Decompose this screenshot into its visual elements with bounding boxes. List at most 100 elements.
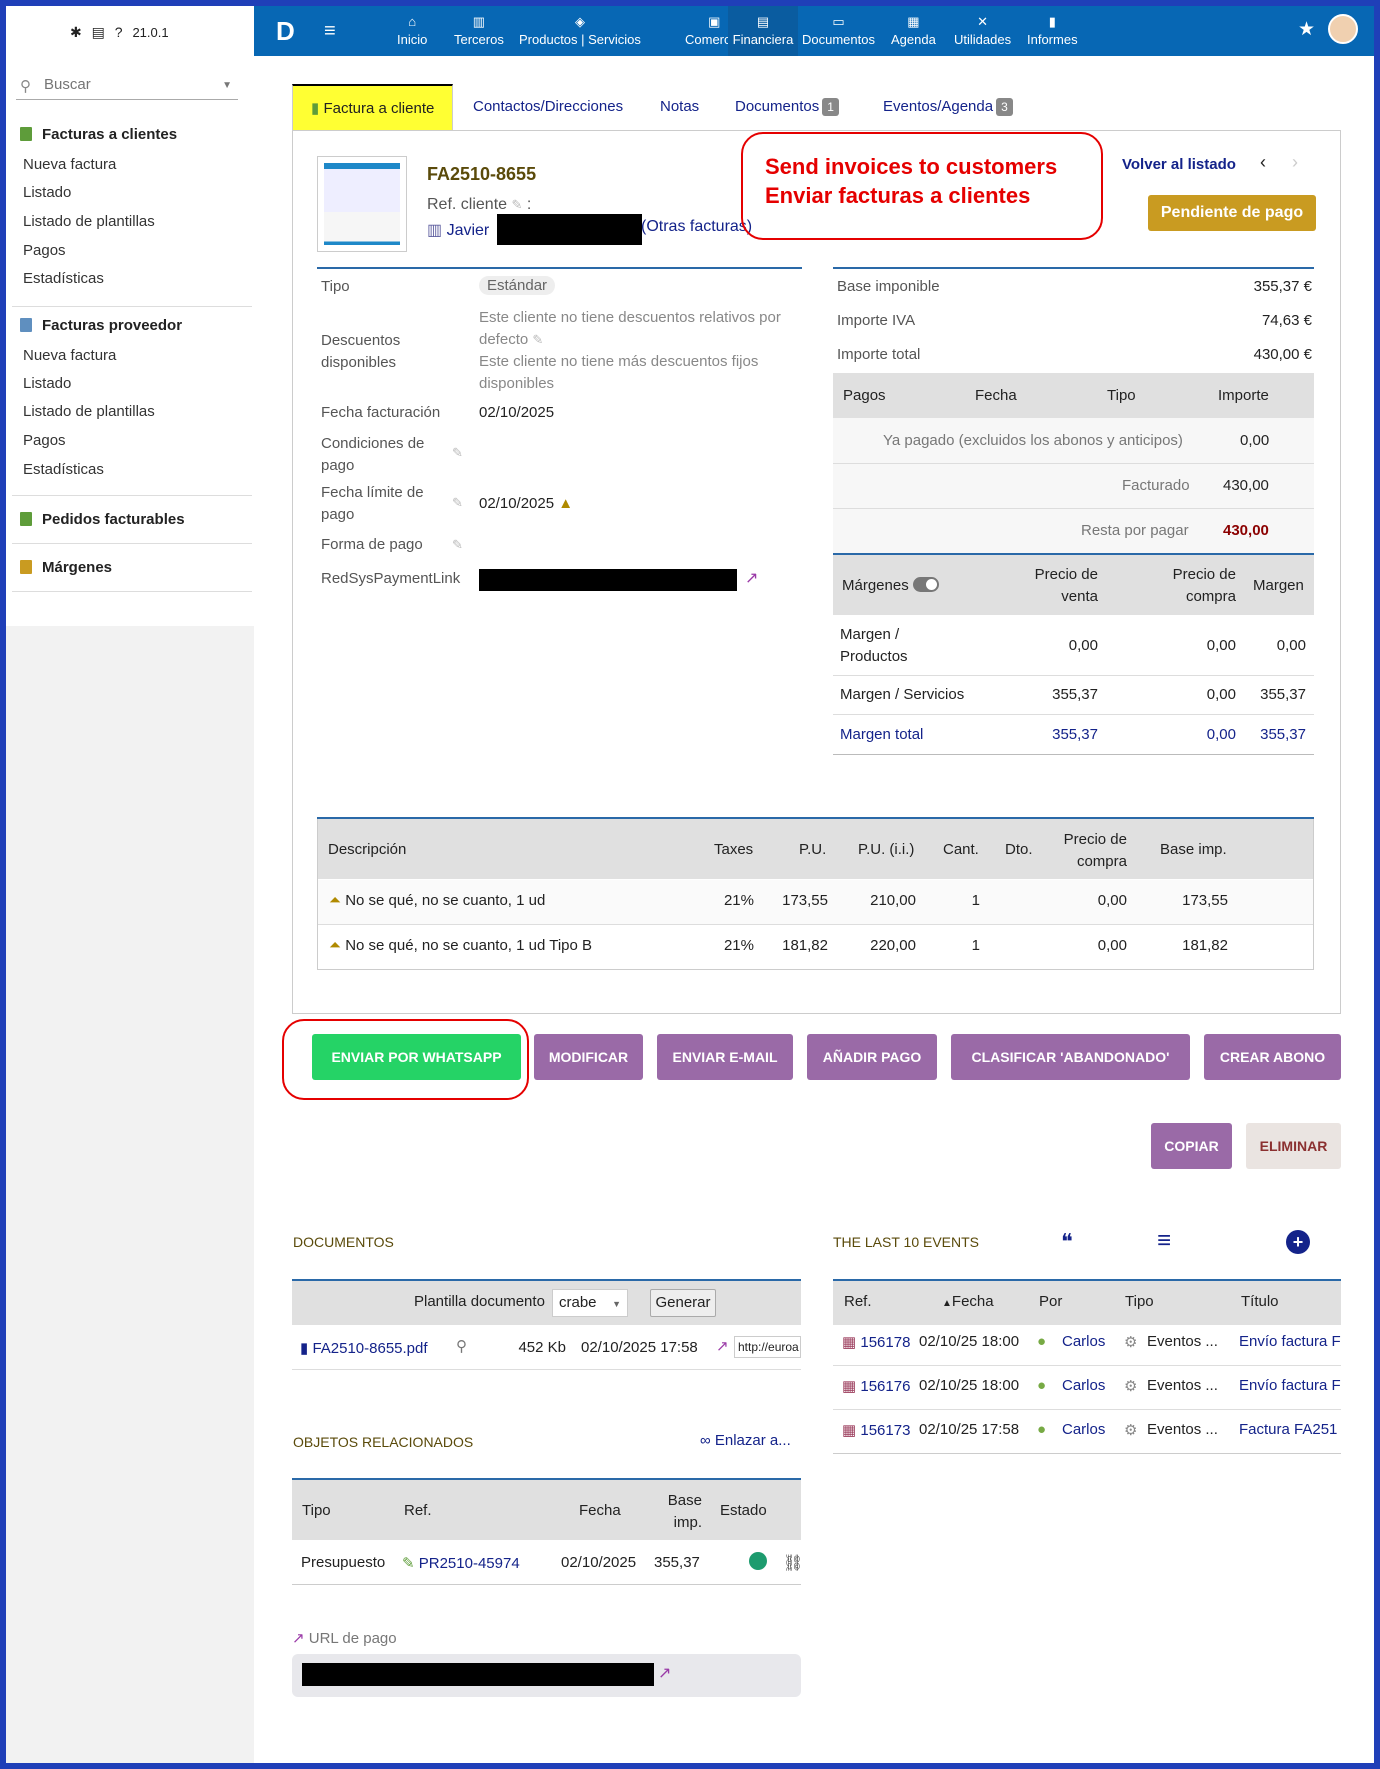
pencil-icon[interactable]: ✎ [532, 332, 543, 347]
add-icon[interactable]: + [1286, 1230, 1310, 1254]
nav-inicio[interactable]: ⌂ Inicio [397, 12, 427, 47]
pencil-icon[interactable]: ✎ [512, 197, 523, 212]
document-thumbnail[interactable] [317, 156, 407, 252]
line-cell: 173,55 [1182, 892, 1228, 909]
sidebar-heading-pedidos-facturables[interactable]: Pedidos facturables [20, 511, 185, 528]
nav-financiera[interactable]: ▤ Financiera [728, 6, 798, 56]
line-cell: 210,00 [870, 892, 916, 909]
search-input[interactable] [44, 76, 214, 93]
hamburger-menu-icon[interactable]: ≡ [324, 20, 336, 43]
payurl-label: ↗ URL de pago [292, 1630, 397, 1647]
tab-contactos[interactable]: Contactos/Direcciones [455, 84, 641, 130]
tab-factura-cliente[interactable]: ▮ Factura a cliente [292, 84, 454, 130]
pencil-icon[interactable]: ✎ [452, 537, 463, 553]
document-url-input[interactable]: http://euroa [734, 1336, 801, 1358]
sidebar-heading-facturas-clientes[interactable]: Facturas a clientes [20, 126, 177, 143]
delete-button[interactable]: ELIMINAR [1246, 1123, 1341, 1169]
copy-button[interactable]: COPIAR [1151, 1123, 1232, 1169]
nav-productos[interactable]: ◈ Productos | Servicios [519, 12, 641, 47]
customer-link[interactable]: ▥ Javier [427, 220, 489, 240]
invoice-icon [20, 318, 32, 332]
table-row[interactable]: ▦ 156176 02/10/25 18:00 ● Carlos ⚙ Eventos… [842, 1377, 1341, 1395]
external-link-icon[interactable]: ↗ [658, 1663, 671, 1683]
event-type-icon: ⚙ [1124, 1334, 1138, 1351]
print-icon[interactable]: ▤ [92, 24, 105, 40]
col-header: Pagos [843, 387, 886, 404]
help-icon[interactable]: ? [115, 24, 123, 40]
line-desc: ⏶ No se qué, no se cuanto, 1 ud [329, 892, 546, 909]
divider [318, 924, 1313, 925]
tab-documentos[interactable]: Documentos 1 [717, 84, 857, 130]
sidebar-heading-facturas-proveedor[interactable]: Facturas proveedor [20, 317, 182, 334]
classify-abandoned-button[interactable]: CLASIFICAR 'ABANDONADO' [951, 1034, 1190, 1080]
messages-icon[interactable]: ❝ [1061, 1229, 1073, 1255]
pencil-icon[interactable]: ✎ [452, 495, 463, 511]
table-row[interactable]: ▦ 156173 02/10/25 17:58 ● Carlos ⚙ Eventos… [842, 1421, 1341, 1439]
star-icon[interactable]: ★ [1298, 18, 1315, 41]
invoice-icon [20, 127, 32, 141]
add-payment-button[interactable]: AÑADIR PAGO [807, 1034, 937, 1080]
toggle-switch[interactable] [912, 577, 939, 592]
sidebar-item-pagos[interactable]: Pagos [23, 432, 66, 449]
list-icon[interactable]: ≡ [1157, 1227, 1171, 1255]
send-email-button[interactable]: ENVIAR E-MAIL [657, 1034, 793, 1080]
sidebar-item-listado-plantillas[interactable]: Listado de plantillas [23, 403, 155, 420]
template-select[interactable]: crabe ▼ [552, 1289, 628, 1317]
external-link-icon[interactable]: ↗ [716, 1337, 729, 1355]
table-row[interactable]: ▦ 156178 02/10/25 18:00 ● Carlos ⚙ Eventos… [842, 1333, 1341, 1351]
nav-utilidades[interactable]: ✕ Utilidades [954, 12, 1011, 47]
bug-icon[interactable]: ✱ [70, 24, 82, 40]
line-cell: 173,55 [782, 892, 828, 909]
line-cell: 181,82 [782, 937, 828, 954]
col-header-sorted[interactable]: ▲Fecha [942, 1293, 994, 1310]
chevron-left-icon[interactable]: ‹ [1260, 152, 1266, 173]
tab-notas[interactable]: Notas [642, 84, 717, 130]
logo[interactable]: D [276, 16, 295, 47]
building-icon: ▥ [472, 14, 486, 29]
nav-agenda[interactable]: ▦ Agenda [891, 12, 936, 47]
sidebar-item-estadisticas[interactable]: Estadísticas [23, 461, 104, 478]
document-file[interactable]: ▮ FA2510-8655.pdf [300, 1339, 428, 1357]
whatsapp-button[interactable]: ENVIAR POR WHATSAPP [312, 1034, 521, 1080]
related-type: Presupuesto [301, 1554, 386, 1571]
sidebar-heading-margenes[interactable]: Márgenes [20, 559, 112, 576]
tab-eventos[interactable]: Eventos/Agenda 3 [865, 84, 1031, 130]
zoom-icon[interactable]: ⚲ [456, 1337, 467, 1355]
generate-button[interactable]: Generar [650, 1289, 716, 1317]
avatar[interactable] [1328, 14, 1358, 44]
limite-value: 02/10/2025 ▲ [479, 495, 574, 512]
related-ref[interactable]: ✎ PR2510-45974 [402, 1554, 520, 1572]
margin-row-label: Margen / Productos [840, 626, 908, 665]
otras-facturas-link[interactable]: (Otras facturas) [641, 218, 752, 236]
sidebar-item-listado[interactable]: Listado [23, 184, 71, 201]
search-box[interactable]: ⚲ ▼ [16, 74, 238, 100]
modify-button[interactable]: MODIFICAR [534, 1034, 643, 1080]
nav-informes[interactable]: ▮ Informes [1027, 12, 1078, 47]
field-label: Condiciones de pago [321, 435, 425, 474]
sidebar-item-nueva-factura[interactable]: Nueva factura [23, 156, 116, 173]
external-link-icon[interactable]: ↗ [745, 568, 758, 588]
sidebar-item-nueva-factura[interactable]: Nueva factura [23, 347, 116, 364]
create-credit-note-button[interactable]: CREAR ABONO [1204, 1034, 1341, 1080]
field-label: Tipo [321, 278, 350, 295]
sidebar-item-pagos[interactable]: Pagos [23, 242, 66, 259]
nav-documentos[interactable]: ▭ Documentos [802, 12, 875, 47]
divider [833, 714, 1314, 715]
chart-icon: ▮ [1048, 14, 1056, 29]
divider [12, 591, 252, 592]
link-to-button[interactable]: ∞ Enlazar a... [700, 1432, 791, 1449]
back-to-list-link[interactable]: Volver al listado [1122, 156, 1236, 173]
user-icon: ● [1037, 1421, 1047, 1438]
unlink-icon[interactable]: ⛓ [783, 1553, 803, 1573]
sidebar-item-estadisticas[interactable]: Estadísticas [23, 270, 104, 287]
chevron-right-icon[interactable]: › [1292, 152, 1298, 173]
building-icon: ▥ [427, 222, 443, 239]
line-cell: 21% [723, 892, 754, 909]
invoice-ref: FA2510-8655 [427, 164, 537, 184]
related-amount: 355,37 [654, 1554, 700, 1571]
nav-terceros[interactable]: ▥ Terceros [454, 12, 504, 47]
sidebar-item-listado[interactable]: Listado [23, 375, 71, 392]
pencil-icon[interactable]: ✎ [452, 445, 463, 461]
user-icon: ● [1037, 1333, 1047, 1350]
sidebar-item-listado-plantillas[interactable]: Listado de plantillas [23, 213, 155, 230]
